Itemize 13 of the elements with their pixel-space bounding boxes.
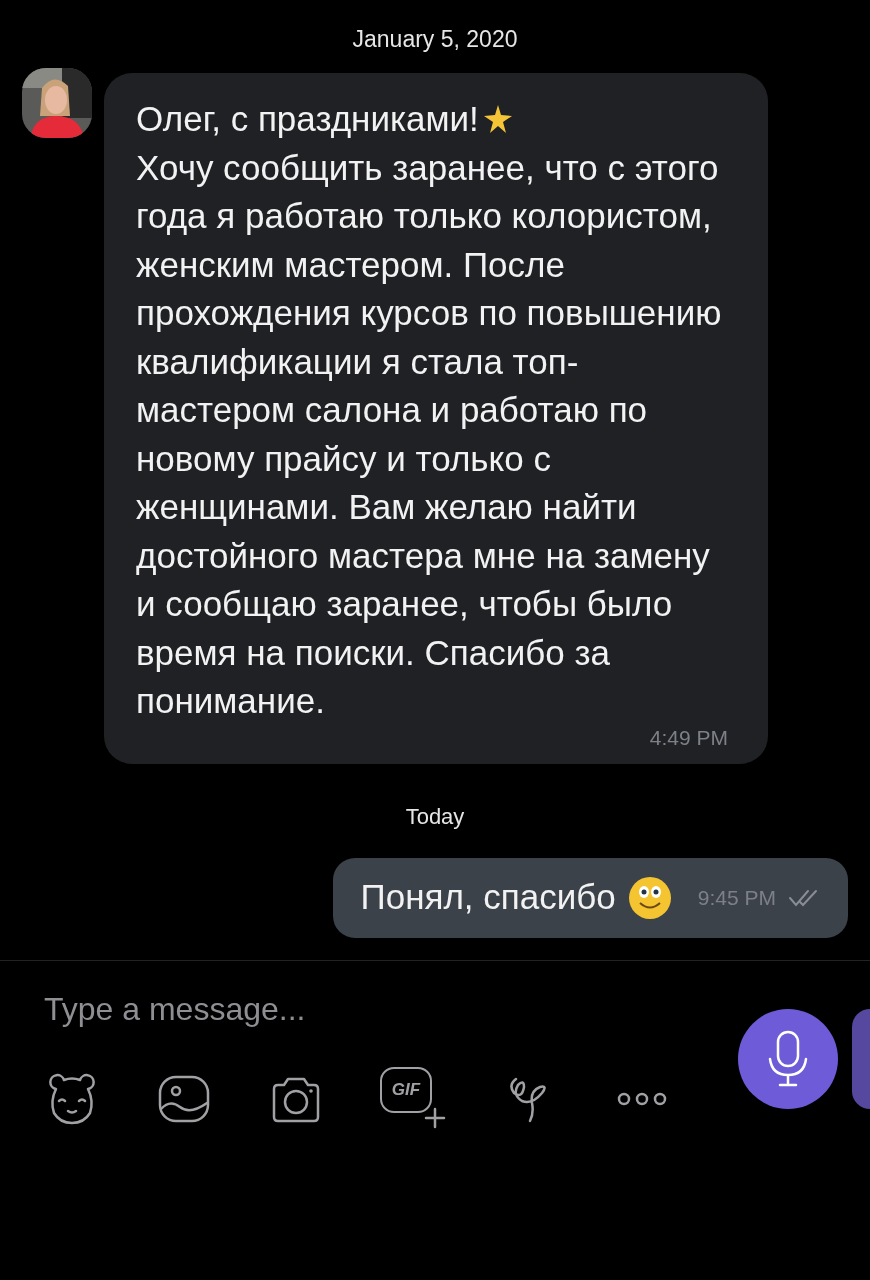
message-text: Олег, с праздниками! bbox=[136, 98, 479, 140]
message-text: Хочу сообщить заранее, что с этого года я работаю только колористом, женским мастером. После прохождения курсов по повышению квалификации я стала топ-мастером салона и работаю по новому прайсу и только с женщинами. Вам желаю найти достойного мастера мне на замену и сообщаю заранее, чтобы было время на поиски. Спасибо за понимание. bbox=[136, 146, 723, 722]
star-icon bbox=[482, 104, 513, 135]
plus-icon bbox=[424, 1106, 446, 1129]
microphone-icon bbox=[766, 1028, 810, 1089]
smiley-icon bbox=[627, 875, 672, 920]
message-time: 9:45 PM bbox=[697, 885, 776, 910]
round-button[interactable] bbox=[852, 1008, 870, 1109]
message-input[interactable]: Type a message... bbox=[44, 990, 670, 1028]
date-label: January 5, 2020 bbox=[352, 26, 518, 53]
message-time: 4:49 PM bbox=[649, 725, 728, 750]
date-label: Today bbox=[405, 803, 465, 830]
message-text: Понял, спасибо bbox=[360, 876, 616, 919]
